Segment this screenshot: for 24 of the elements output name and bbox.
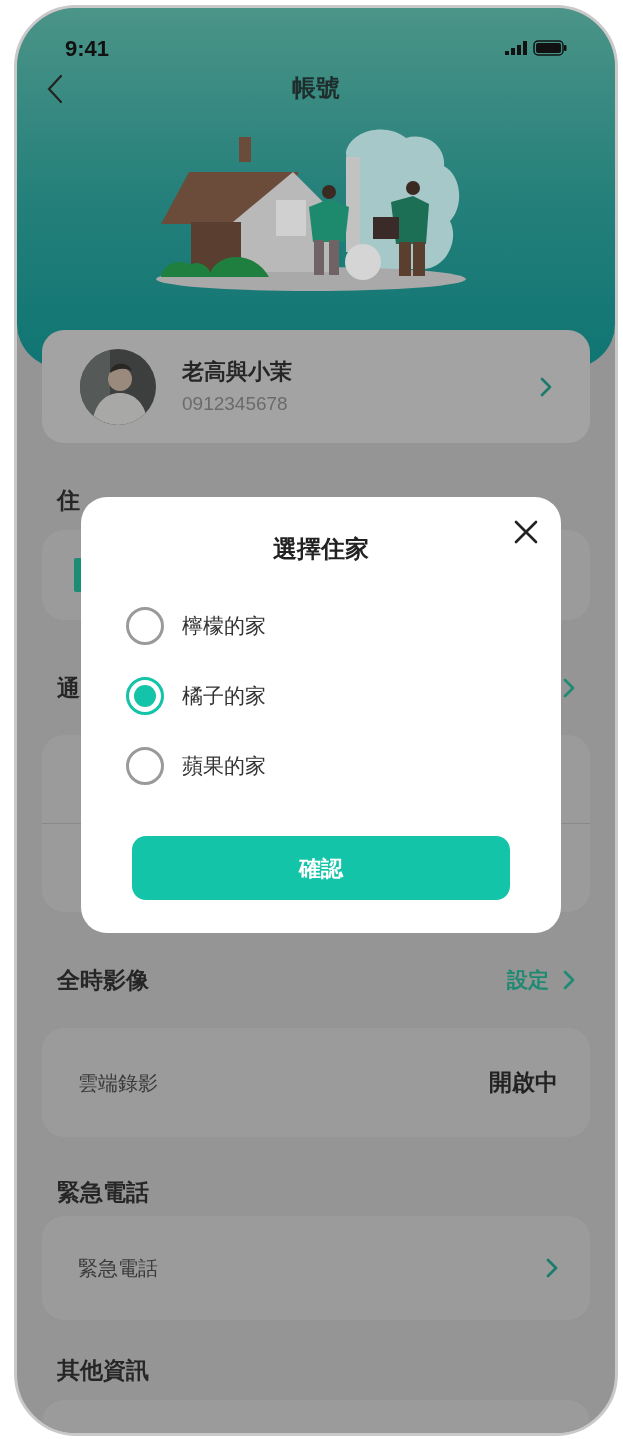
- section-title: 緊急電話: [57, 1177, 149, 1207]
- section-title: 通: [57, 673, 80, 703]
- user-name: 老高與小茉: [182, 357, 293, 386]
- section-title: 住: [57, 485, 80, 515]
- row-label: 雲端錄影: [78, 1070, 158, 1096]
- option-label[interactable]: 橘子的家: [182, 680, 266, 712]
- page-title: 帳號: [292, 73, 340, 103]
- status-time: 9:41: [65, 34, 110, 63]
- radio-button[interactable]: [126, 677, 164, 715]
- section-title: 全時影像: [57, 965, 149, 995]
- signal-icon: [505, 41, 527, 55]
- radio-button[interactable]: [126, 607, 164, 645]
- dialog-title: 選擇住家: [273, 534, 369, 564]
- battery-icon: [533, 40, 567, 56]
- row-label: 緊急電話: [78, 1256, 158, 1281]
- section-title: 其他資訊: [57, 1355, 149, 1385]
- option-label[interactable]: 蘋果的家: [182, 750, 266, 782]
- phone-number: 0912345678: [182, 391, 289, 416]
- option-label[interactable]: 檸檬的家: [182, 610, 266, 642]
- chevron-right-icon: [540, 376, 552, 397]
- row-value: 開啟中: [489, 1068, 558, 1098]
- profile-card[interactable]: 老高與小茉 0912345678: [42, 330, 590, 443]
- radio-button[interactable]: [126, 747, 164, 785]
- close-button[interactable]: [513, 519, 539, 545]
